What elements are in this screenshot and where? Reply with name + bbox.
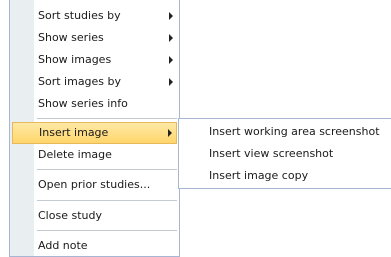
menu-item-show-images[interactable]: Show images <box>10 49 179 71</box>
menu-item-label: Show series <box>38 31 104 44</box>
menu-item-label: Close study <box>38 209 102 222</box>
submenu-arrow-icon <box>168 129 172 137</box>
submenu-arrow-icon <box>169 56 173 64</box>
menu-item-label: Insert image <box>39 126 109 139</box>
menu-item-close-study[interactable]: Close study <box>10 205 179 227</box>
menu-item-label: Sort studies by <box>38 9 121 22</box>
submenu-item-insert-image-copy[interactable]: Insert image copy <box>179 165 391 187</box>
menu-separator <box>37 118 177 119</box>
menu-item-show-series-info[interactable]: Show series info <box>10 93 179 115</box>
menu-item-delete-image[interactable]: Delete image <box>10 144 179 166</box>
menu-item-label: Open prior studies... <box>38 178 151 191</box>
submenu-item-insert-working-area-screenshot[interactable]: Insert working area screenshot <box>179 121 391 143</box>
menu-item-label: Delete image <box>38 148 112 161</box>
menu-item-sort-studies-by[interactable]: Sort studies by <box>10 5 179 27</box>
menu-separator <box>37 230 177 231</box>
submenu-item-label: Insert view screenshot <box>209 147 334 160</box>
submenu-item-label: Insert working area screenshot <box>209 125 380 138</box>
menu-item-sort-images-by[interactable]: Sort images by <box>10 71 179 93</box>
menu-item-add-note[interactable]: Add note <box>10 235 179 257</box>
submenu-arrow-icon <box>169 12 173 20</box>
menu-separator <box>37 200 177 201</box>
menu-item-label: Show series info <box>38 97 128 110</box>
menu-item-label: Show images <box>38 53 112 66</box>
submenu-item-label: Insert image copy <box>209 169 309 182</box>
menu-item-insert-image[interactable]: Insert image <box>12 122 177 144</box>
submenu-arrow-icon <box>169 78 173 86</box>
menu-item-label: Add note <box>38 239 88 252</box>
context-menu: Sort studies by Show series Show images … <box>9 0 180 257</box>
menu-item-label: Sort images by <box>38 75 122 88</box>
menu-item-open-prior-studies[interactable]: Open prior studies... <box>10 174 179 196</box>
insert-image-submenu: Insert working area screenshot Insert vi… <box>178 118 391 189</box>
submenu-arrow-icon <box>169 34 173 42</box>
menu-item-show-series[interactable]: Show series <box>10 27 179 49</box>
menu-separator <box>37 169 177 170</box>
submenu-item-insert-view-screenshot[interactable]: Insert view screenshot <box>179 143 391 165</box>
